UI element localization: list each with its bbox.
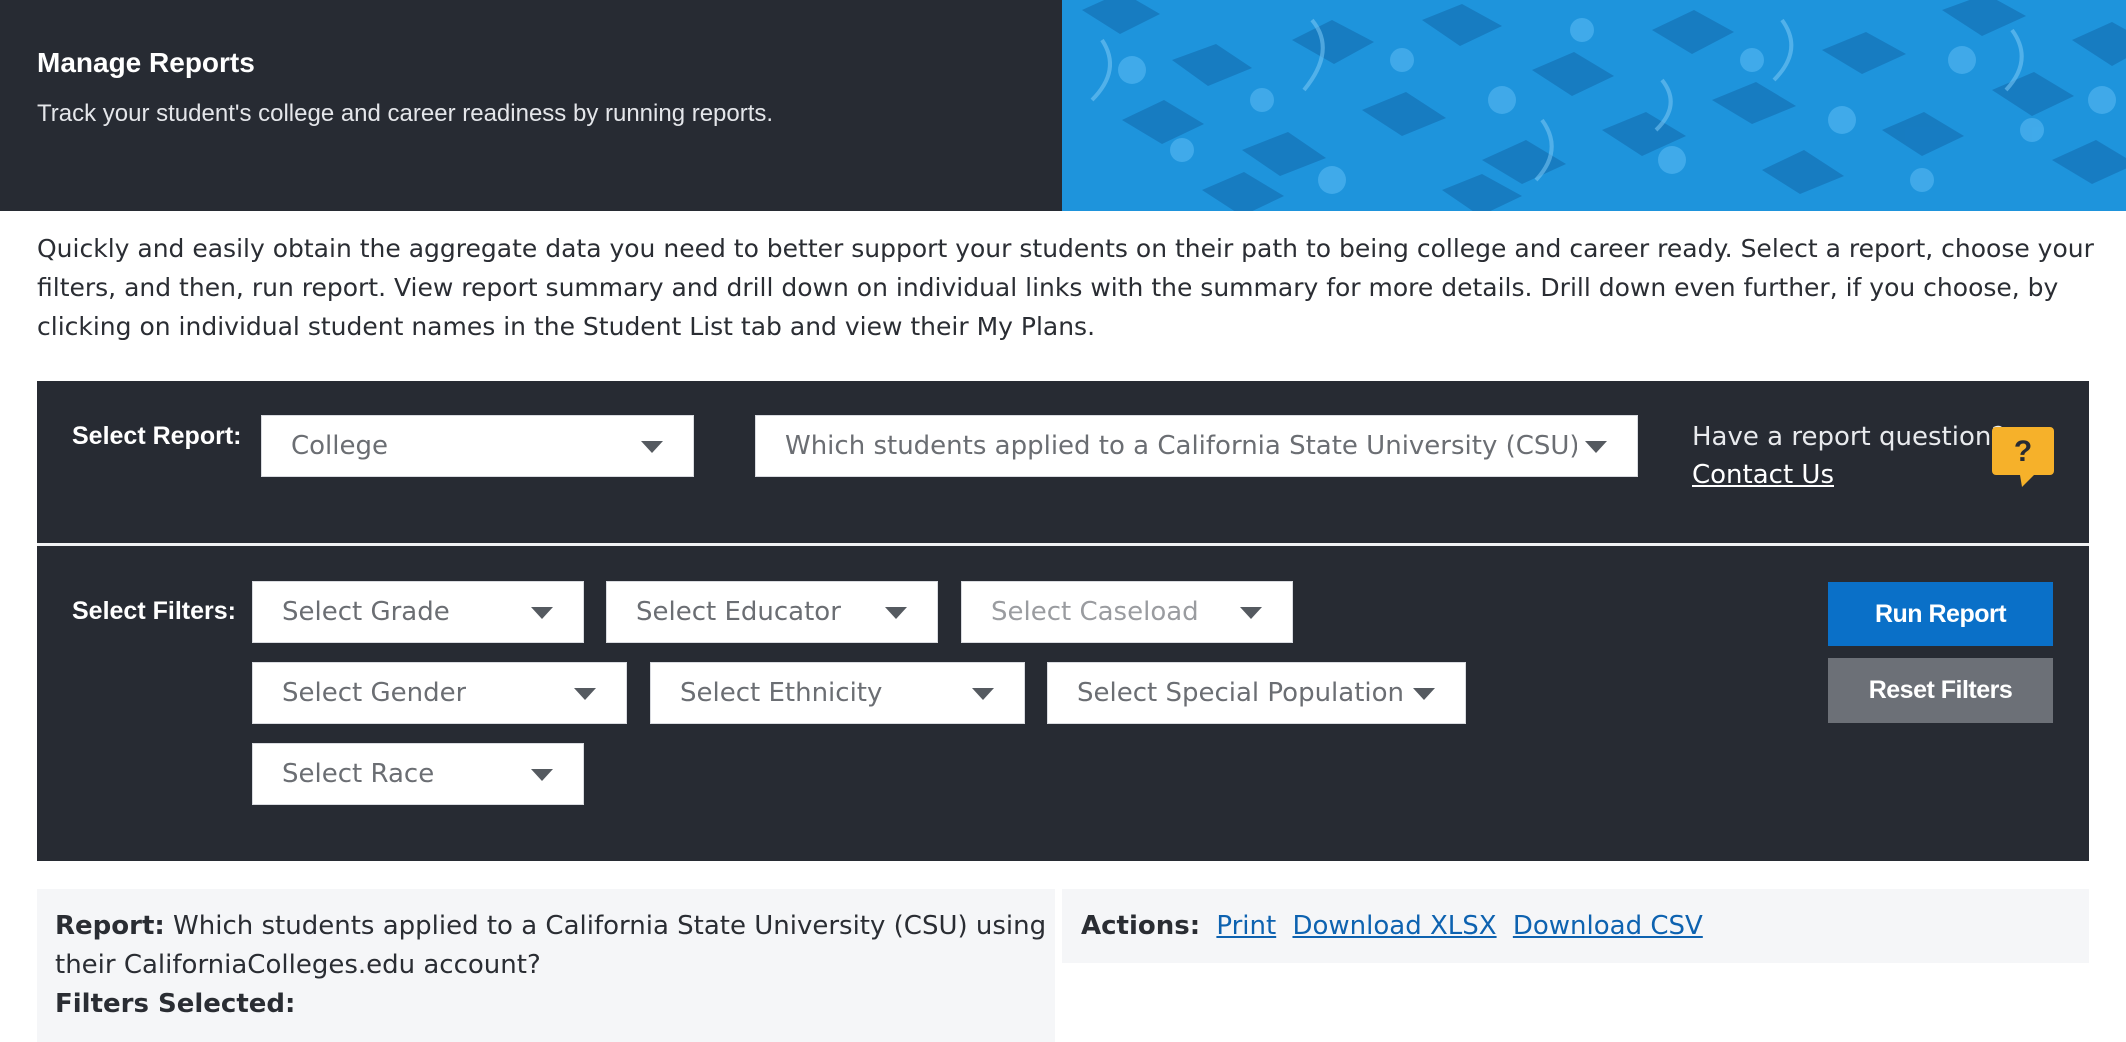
report-summary-label: Report: [55,911,165,941]
contact-us-link[interactable]: Contact Us [1692,456,1834,494]
report-summary-line: Report: Which students applied to a Cali… [55,907,1055,985]
report-summary-text: Which students applied to a California S… [55,911,1047,980]
gender-filter-select[interactable]: Select Gender [252,662,627,724]
chevron-down-icon [1413,688,1435,700]
ethnicity-filter-select[interactable]: Select Ethnicity [650,662,1025,724]
chevron-down-icon [531,769,553,781]
caseload-filter-value: Select Caseload [991,597,1199,627]
caseload-filter-select[interactable]: Select Caseload [961,581,1293,643]
filters-selected-label: Filters Selected: [55,989,296,1019]
select-filters-label: Select Filters: [72,597,236,625]
chevron-down-icon [1585,441,1607,453]
reset-filters-button[interactable]: Reset Filters [1828,658,2053,723]
report-category-select[interactable]: College [261,415,694,477]
svg-text:?: ? [2014,435,2032,468]
graduation-caps-pattern [1062,0,2126,211]
page-subtitle: Track your student's college and career … [37,100,774,127]
graduates-banner-image [1062,0,2126,211]
chevron-down-icon [574,688,596,700]
page-title: Manage Reports [37,47,255,78]
chevron-down-icon [531,607,553,619]
run-report-button[interactable]: Run Report [1828,582,2053,646]
intro-paragraph: Quickly and easily obtain the aggregate … [37,234,2094,341]
special-population-filter-select[interactable]: Select Special Population [1047,662,1466,724]
grade-filter-value: Select Grade [282,597,450,627]
report-question-select[interactable]: Which students applied to a California S… [755,415,1638,477]
header-text-block: Manage Reports Track your student's coll… [0,0,1062,211]
race-filter-select[interactable]: Select Race [252,743,584,805]
educator-filter-value: Select Educator [636,597,841,627]
filters-selected-line: Filters Selected: [55,985,1055,1024]
actions-label: Actions: [1081,911,1201,941]
gender-filter-value: Select Gender [282,678,467,708]
report-question-value: Which students applied to a California S… [785,431,1577,461]
chevron-down-icon [641,441,663,453]
ethnicity-filter-value: Select Ethnicity [680,678,883,708]
page-header: Manage Reports Track your student's coll… [0,0,2126,211]
report-summary-box: Report: Which students applied to a Cali… [37,889,1055,1042]
educator-filter-select[interactable]: Select Educator [606,581,938,643]
chevron-down-icon [885,607,907,619]
help-question-icon[interactable]: ? [1992,427,2054,492]
special-population-filter-value: Select Special Population [1077,678,1405,708]
report-question-prompt: Have a report question? [1692,422,2006,452]
grade-filter-select[interactable]: Select Grade [252,581,584,643]
download-csv-link[interactable]: Download CSV [1513,911,1703,941]
report-category-value: College [291,431,389,461]
chevron-down-icon [1240,607,1262,619]
race-filter-value: Select Race [282,759,435,789]
download-xlsx-link[interactable]: Download XLSX [1292,911,1496,941]
chevron-down-icon [972,688,994,700]
select-report-label: Select Report: [72,422,242,450]
print-link[interactable]: Print [1216,911,1276,941]
report-actions-box: Actions: Print Download XLSX Download CS… [1062,889,2089,963]
